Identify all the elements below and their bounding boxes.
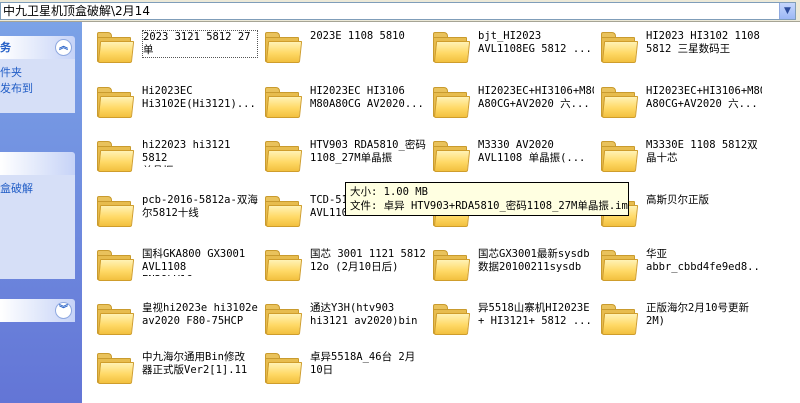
- folder-icon: [432, 248, 471, 282]
- expand-icon[interactable]: ︾: [55, 302, 72, 319]
- task-panel-1: 务 ︽ 件夹 发布到: [0, 36, 75, 113]
- file-name: 国芯GX3001最新sysdb 数据20100211sysdb: [478, 248, 590, 273]
- file-name: 皇视hi2023e hi3102e av2020 F80-75HCP: [142, 302, 258, 327]
- task-panel-2: 盒破解: [0, 152, 75, 279]
- folder-icon: [432, 302, 471, 336]
- file-name: HI2023EC HI3106 M80A80CG AV2020...: [310, 85, 424, 110]
- folder-icon: [264, 85, 303, 119]
- file-item[interactable]: 通达Y3H(htv903 hi3121 av2020)bin: [258, 298, 424, 346]
- file-item[interactable]: 卓异5518A_46台 2月 10日: [258, 347, 424, 395]
- address-dropdown-icon[interactable]: ▼: [779, 3, 795, 19]
- file-name: HI2023EC+HI3106+M80 A80CG+AV2020 六...: [646, 85, 762, 110]
- folder-icon: [264, 139, 303, 173]
- file-name: hi22023 hi3121 5812 单晶振: [142, 139, 231, 167]
- file-name: HTV903 RDA5810_密码 1108_27M单晶振: [310, 139, 426, 164]
- folder-icon: [600, 30, 639, 64]
- file-name: 正版海尔2月10号更新 2M): [646, 302, 749, 327]
- file-name: 国芯 3001 1121 5812 12o (2月10日后): [310, 248, 426, 273]
- file-item[interactable]: HTV903 RDA5810_密码 1108_27M单晶振: [258, 135, 426, 183]
- folder-icon: [96, 351, 135, 385]
- file-item[interactable]: M3330 AV2020 AVL1108 单晶振(...: [426, 135, 592, 183]
- folder-icon: [432, 85, 471, 119]
- file-name: 中九海尔通用Bin修改 器正式版Ver2[1].11: [142, 351, 248, 376]
- folder-icon: [600, 248, 639, 282]
- folder-icon: [264, 302, 303, 336]
- file-item[interactable]: 2023 3121 5812 27单 晶: [90, 26, 258, 74]
- file-name: Hi2023EC Hi3102E(Hi3121)...: [142, 85, 256, 110]
- task-panel-3: ︾: [0, 299, 75, 322]
- file-item[interactable]: 正版海尔2月10号更新 2M): [594, 298, 760, 346]
- file-name: bjt_HI2023 AVL1108EG 5812 ...: [478, 30, 592, 55]
- folder-icon: [96, 302, 135, 336]
- tooltip-size: 大小: 1.00 MB: [350, 186, 428, 198]
- collapse-icon[interactable]: ︽: [55, 39, 72, 56]
- folder-icon: [432, 139, 471, 173]
- task-panel-3-header[interactable]: ︾: [0, 299, 75, 322]
- file-name: M3330 AV2020 AVL1108 单晶振(...: [478, 139, 586, 164]
- task-panel-1-body: 件夹 发布到: [0, 59, 75, 113]
- file-item[interactable]: 华亚 abbr_cbbd4fe9ed8...: [594, 244, 762, 292]
- file-item[interactable]: 国芯 3001 1121 5812 12o (2月10日后): [258, 244, 426, 292]
- task-panel-1-header[interactable]: 务 ︽: [0, 36, 75, 59]
- task-panel-2-body: 盒破解: [0, 175, 75, 279]
- file-name: HI2023 HI3102 1108 5812 三星数码王: [646, 30, 760, 55]
- folder-icon: [600, 302, 639, 336]
- folder-icon: [264, 194, 303, 228]
- file-name: 2023E 1108 5810: [310, 30, 405, 42]
- file-name: 2023 3121 5812 27单 晶: [142, 30, 258, 58]
- file-item[interactable]: 异5518山寨机HI2023E + HI3121+ 5812 ...: [426, 298, 592, 346]
- folder-icon: [432, 30, 471, 64]
- folder-icon: [600, 85, 639, 119]
- folder-icon: [96, 30, 135, 64]
- folder-icon: [96, 85, 135, 119]
- file-name: 国科GKA800 GX3001 AVL1108 EN29LV16...: [142, 248, 246, 276]
- address-bar: 中九卫星机顶盒破解\2月14 ▼: [0, 0, 800, 22]
- folder-icon: [600, 139, 639, 173]
- file-name: 通达Y3H(htv903 hi3121 av2020)bin: [310, 302, 418, 327]
- folder-icon: [96, 248, 135, 282]
- file-item[interactable]: 2023E 1108 5810: [258, 26, 424, 74]
- file-item[interactable]: hi22023 hi3121 5812 单晶振: [90, 135, 256, 183]
- file-name: HI2023EC+HI3106+M80 A80CG+AV2020 六...: [478, 85, 594, 110]
- file-item[interactable]: bjt_HI2023 AVL1108EG 5812 ...: [426, 26, 592, 74]
- file-name: 卓异5518A_46台 2月 10日: [310, 351, 416, 376]
- file-item[interactable]: 中九海尔通用Bin修改 器正式版Ver2[1].11: [90, 347, 256, 395]
- folder-icon: [96, 194, 135, 228]
- task-link-folder[interactable]: 件夹: [0, 65, 75, 81]
- file-item[interactable]: M3330E 1108 5812双 晶十芯: [594, 135, 760, 183]
- folder-icon: [264, 351, 303, 385]
- folder-icon: [96, 139, 135, 173]
- file-item[interactable]: 皇视hi2023e hi3102e av2020 F80-75HCP: [90, 298, 258, 346]
- file-name: 高斯贝尔正版: [646, 194, 709, 206]
- file-name: 华亚 abbr_cbbd4fe9ed8...: [646, 248, 762, 273]
- file-item[interactable]: pcb-2016-5812a-双海 尔5812十线: [90, 190, 258, 238]
- file-name: M3330E 1108 5812双 晶十芯: [646, 139, 758, 164]
- file-item[interactable]: HI2023 HI3102 1108 5812 三星数码王: [594, 26, 760, 74]
- file-item[interactable]: Hi2023EC Hi3102E(Hi3121)...: [90, 81, 256, 129]
- task-link-crack[interactable]: 盒破解: [0, 181, 75, 197]
- address-field[interactable]: 中九卫星机顶盒破解\2月14 ▼: [0, 2, 796, 20]
- tooltip-file: 文件: 卓异 HTV903+RDA5810_密码1108_27M单晶振.img: [350, 200, 629, 212]
- file-item[interactable]: 国科GKA800 GX3001 AVL1108 EN29LV16...: [90, 244, 256, 292]
- folder-icon: [264, 248, 303, 282]
- task-panel-1-title: 务: [0, 41, 11, 54]
- file-item[interactable]: 国芯GX3001最新sysdb 数据20100211sysdb: [426, 244, 592, 292]
- file-item[interactable]: HI2023EC+HI3106+M80 A80CG+AV2020 六...: [426, 81, 594, 129]
- file-item[interactable]: HI2023EC+HI3106+M80 A80CG+AV2020 六...: [594, 81, 762, 129]
- file-name: 异5518山寨机HI2023E + HI3121+ 5812 ...: [478, 302, 592, 327]
- task-link-publish[interactable]: 发布到: [0, 81, 75, 97]
- address-path: 中九卫星机顶盒破解\2月14: [3, 4, 150, 18]
- task-panel-2-header[interactable]: [0, 152, 75, 175]
- file-info-tooltip: 大小: 1.00 MB 文件: 卓异 HTV903+RDA5810_密码1108…: [345, 182, 629, 216]
- folder-icon: [264, 30, 303, 64]
- task-pane: 务 ︽ 件夹 发布到 盒破解 ︾: [0, 22, 82, 403]
- file-name: pcb-2016-5812a-双海 尔5812十线: [142, 194, 258, 219]
- file-item[interactable]: HI2023EC HI3106 M80A80CG AV2020...: [258, 81, 424, 129]
